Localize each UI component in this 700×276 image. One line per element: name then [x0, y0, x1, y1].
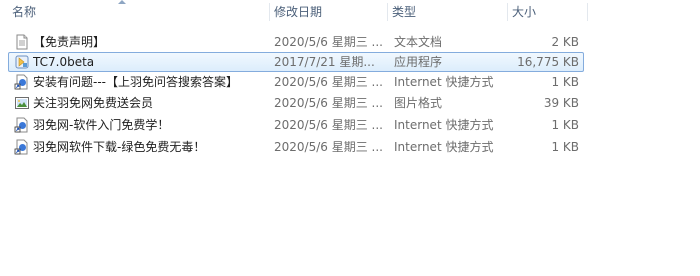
file-type: 应用程序 — [394, 55, 443, 69]
file-name: 羽免网-软件入门免费学！ — [33, 118, 170, 132]
file-name: TC7.0beta — [33, 55, 95, 69]
file-type: Internet 快捷方式 — [394, 75, 494, 89]
file-date: 2020/5/6 星期三 ... — [274, 75, 383, 89]
column-header-size-label: 大小 — [512, 5, 537, 19]
file-size: 1 KB — [551, 140, 579, 154]
internet-shortcut-icon — [14, 139, 30, 155]
file-date: 2017/7/21 星期... — [274, 55, 375, 69]
file-size: 39 KB — [543, 96, 579, 110]
internet-shortcut-icon — [14, 117, 30, 133]
column-header-size[interactable]: 大小 — [508, 0, 588, 24]
column-header-name-label: 名称 — [12, 5, 37, 19]
application-icon — [14, 54, 30, 70]
image-file-icon — [14, 95, 30, 111]
file-size: 1 KB — [551, 75, 579, 89]
column-header-bar: 名称 修改日期 类型 大小 — [0, 0, 700, 24]
file-size: 1 KB — [551, 118, 579, 132]
column-header-date-label: 修改日期 — [274, 5, 323, 19]
text-document-icon — [14, 34, 30, 50]
file-type: Internet 快捷方式 — [394, 140, 494, 154]
file-date: 2020/5/6 星期三 ... — [274, 96, 383, 110]
file-size: 2 KB — [551, 35, 579, 49]
file-name: 【免责声明】 — [33, 35, 106, 49]
column-header-date[interactable]: 修改日期 — [270, 0, 388, 24]
column-header-name[interactable]: 名称 — [8, 0, 270, 24]
file-type: 图片格式 — [394, 96, 443, 110]
file-name: 安装有问题---【上羽免问答搜索答案】 — [33, 75, 238, 89]
file-row[interactable]: 安装有问题---【上羽免问答搜索答案】 2020/5/6 星期三 ... Int… — [8, 72, 584, 92]
file-date: 2020/5/6 星期三 ... — [274, 118, 383, 132]
file-row[interactable]: 【免责声明】 2020/5/6 星期三 ... 文本文档 2 KB — [8, 32, 584, 52]
file-date: 2020/5/6 星期三 ... — [274, 140, 383, 154]
file-date: 2020/5/6 星期三 ... — [274, 35, 383, 49]
column-divider[interactable] — [587, 3, 588, 21]
column-header-type-label: 类型 — [392, 5, 417, 19]
file-size: 16,775 KB — [517, 55, 579, 69]
file-type: 文本文档 — [394, 35, 443, 49]
file-row[interactable]: TC7.0beta 2017/7/21 星期... 应用程序 16,775 KB — [8, 52, 584, 72]
file-name: 关注羽免网免费送会员 — [33, 96, 154, 110]
file-row[interactable]: 关注羽免网免费送会员 2020/5/6 星期三 ... 图片格式 39 KB — [8, 93, 584, 113]
file-type: Internet 快捷方式 — [394, 118, 494, 132]
column-header-type[interactable]: 类型 — [388, 0, 508, 24]
file-name: 羽免网软件下载-绿色免费无毒！ — [33, 140, 206, 154]
file-row[interactable]: 羽免网软件下载-绿色免费无毒！ 2020/5/6 星期三 ... Interne… — [8, 137, 584, 157]
file-row[interactable]: 羽免网-软件入门免费学！ 2020/5/6 星期三 ... Internet 快… — [8, 115, 584, 135]
internet-shortcut-icon — [14, 74, 30, 90]
